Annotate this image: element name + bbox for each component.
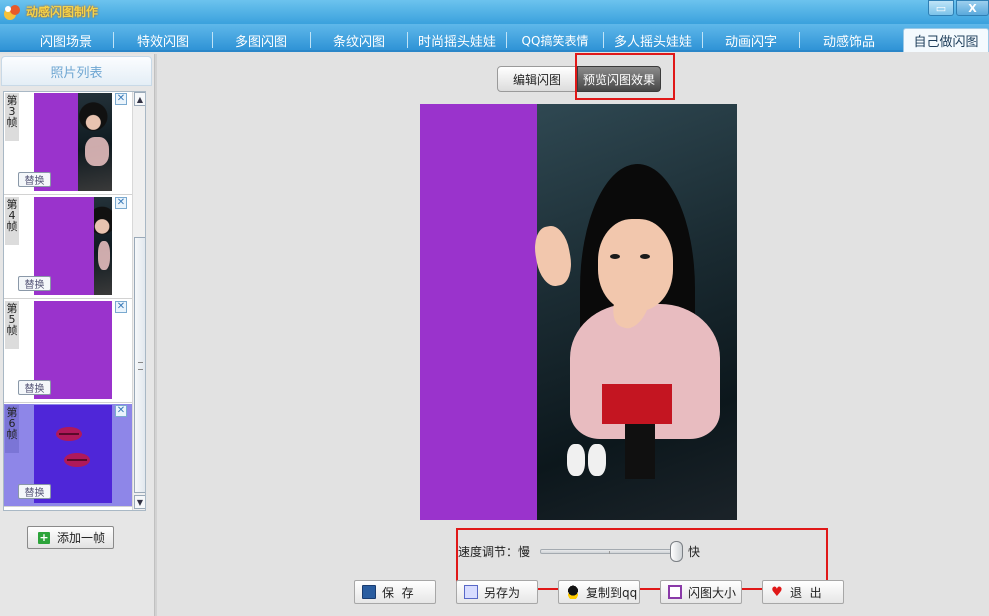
tab-bobblehead[interactable]: 时尚摇头娃娃 bbox=[409, 29, 505, 51]
frame-label: 第6帧 bbox=[5, 405, 19, 453]
photo-eye bbox=[640, 254, 650, 259]
save-icon bbox=[362, 585, 376, 599]
scroll-up-icon[interactable]: ▲ bbox=[134, 92, 145, 106]
purple-frame-region bbox=[420, 104, 537, 520]
replace-button[interactable]: 替换 bbox=[18, 380, 51, 395]
tab-qq-funny[interactable]: QQ搞笑表情 bbox=[508, 29, 602, 51]
tab-stripe-flash[interactable]: 条纹闪图 bbox=[312, 29, 406, 51]
tab-separator bbox=[113, 32, 114, 48]
frame-item-6[interactable]: 第6帧 替换 ✕ bbox=[4, 404, 132, 507]
replace-button[interactable]: 替换 bbox=[18, 172, 51, 187]
tab-separator bbox=[506, 32, 507, 48]
edit-mode-button[interactable]: 编辑闪图 bbox=[497, 66, 577, 92]
tab-multi-bobblehead[interactable]: 多人摇头娃娃 bbox=[605, 29, 701, 51]
scroll-down-icon[interactable]: ▼ bbox=[134, 495, 145, 509]
qq-penguin-icon bbox=[566, 585, 580, 599]
save-label: 保 存 bbox=[382, 585, 414, 600]
lips-sticker bbox=[56, 427, 82, 441]
tab-separator bbox=[407, 32, 408, 48]
app-icon bbox=[4, 5, 20, 20]
frame-item-3[interactable]: 第3帧 替换 ✕ bbox=[4, 92, 132, 195]
photo-shoe bbox=[567, 444, 585, 476]
tab-accessories[interactable]: 动感饰品 bbox=[801, 29, 897, 51]
panel-divider[interactable] bbox=[154, 54, 157, 616]
copy-to-qq-label: 复制到qq bbox=[586, 585, 638, 600]
delete-frame-icon[interactable]: ✕ bbox=[115, 301, 127, 313]
tab-multi-image[interactable]: 多图闪图 bbox=[214, 29, 308, 51]
frame-label: 第4帧 bbox=[5, 197, 19, 245]
maximize-button[interactable]: ▭ bbox=[928, 0, 954, 16]
replace-button[interactable]: 替换 bbox=[18, 484, 51, 499]
photo-list-panel: 照片列表 第3帧 替换 ✕ 第4帧 替换 ✕ 第 5 帧 替换 ✕ 第 6 帧 … bbox=[0, 54, 154, 616]
frame-list: 第3帧 替换 ✕ 第4帧 替换 ✕ 第5帧 替换 ✕ 第 6 帧 替换 ✕ ▲ … bbox=[3, 91, 146, 511]
add-frame-button[interactable]: + 添加一帧 bbox=[27, 526, 114, 549]
tab-separator bbox=[799, 32, 800, 48]
frame-item-4[interactable]: 第4帧 替换 ✕ bbox=[4, 196, 132, 299]
tab-separator bbox=[603, 32, 604, 48]
exit-button[interactable]: ♥ 退 出 bbox=[762, 580, 844, 604]
photo-shoe bbox=[588, 444, 606, 476]
heart-icon: ♥ bbox=[771, 584, 783, 600]
delete-frame-icon[interactable]: ✕ bbox=[115, 197, 127, 209]
tab-flash-scene[interactable]: 闪图场景 bbox=[20, 29, 112, 51]
image-size-button[interactable]: 闪图大小 bbox=[660, 580, 742, 604]
tab-separator bbox=[212, 32, 213, 48]
save-button[interactable]: 保 存 bbox=[354, 580, 436, 604]
copy-to-qq-button[interactable]: 复制到qq bbox=[558, 580, 640, 604]
frame-list-scrollbar[interactable]: ▲ ▼ bbox=[132, 92, 145, 510]
tab-separator bbox=[310, 32, 311, 48]
photo-shirt bbox=[602, 384, 672, 424]
photo-list-header: 照片列表 bbox=[1, 56, 152, 86]
replace-button[interactable]: 替换 bbox=[18, 276, 51, 291]
exit-label: 退 出 bbox=[790, 585, 822, 600]
tab-animated-text[interactable]: 动画闪字 bbox=[704, 29, 798, 51]
image-size-label: 闪图大小 bbox=[688, 585, 737, 600]
tab-effect-flash[interactable]: 特效闪图 bbox=[116, 29, 210, 51]
tab-bar: 闪图场景 特效闪图 多图闪图 条纹闪图 时尚摇头娃娃 QQ搞笑表情 多人摇头娃娃… bbox=[0, 24, 989, 52]
frame-label: 第5帧 bbox=[5, 301, 19, 349]
photo-eye bbox=[610, 254, 620, 259]
frame-item-5[interactable]: 第5帧 替换 ✕ bbox=[4, 300, 132, 403]
highlight-box bbox=[575, 53, 675, 100]
add-frame-label: 添加一帧 bbox=[57, 531, 106, 545]
save-as-icon bbox=[464, 585, 478, 599]
flash-preview-image bbox=[420, 104, 737, 520]
scrollbar-thumb[interactable] bbox=[134, 237, 145, 493]
tab-make-your-own[interactable]: 自己做闪图 bbox=[903, 28, 989, 52]
lips-sticker bbox=[64, 453, 90, 467]
delete-frame-icon[interactable]: ✕ bbox=[115, 405, 127, 417]
close-window-button[interactable]: X bbox=[956, 0, 989, 16]
save-as-label: 另存为 bbox=[484, 585, 521, 600]
resize-icon bbox=[668, 585, 682, 599]
delete-frame-icon[interactable]: ✕ bbox=[115, 93, 127, 105]
frame-label: 第3帧 bbox=[5, 93, 19, 141]
window-title: 动感闪图制作 bbox=[26, 5, 99, 19]
photo-legs bbox=[625, 424, 655, 479]
plus-icon: + bbox=[38, 531, 50, 544]
grip-icon bbox=[138, 362, 143, 370]
tab-separator bbox=[702, 32, 703, 48]
save-as-button[interactable]: 另存为 bbox=[456, 580, 538, 604]
title-bar: 动感闪图制作 ▭ X bbox=[0, 0, 989, 24]
